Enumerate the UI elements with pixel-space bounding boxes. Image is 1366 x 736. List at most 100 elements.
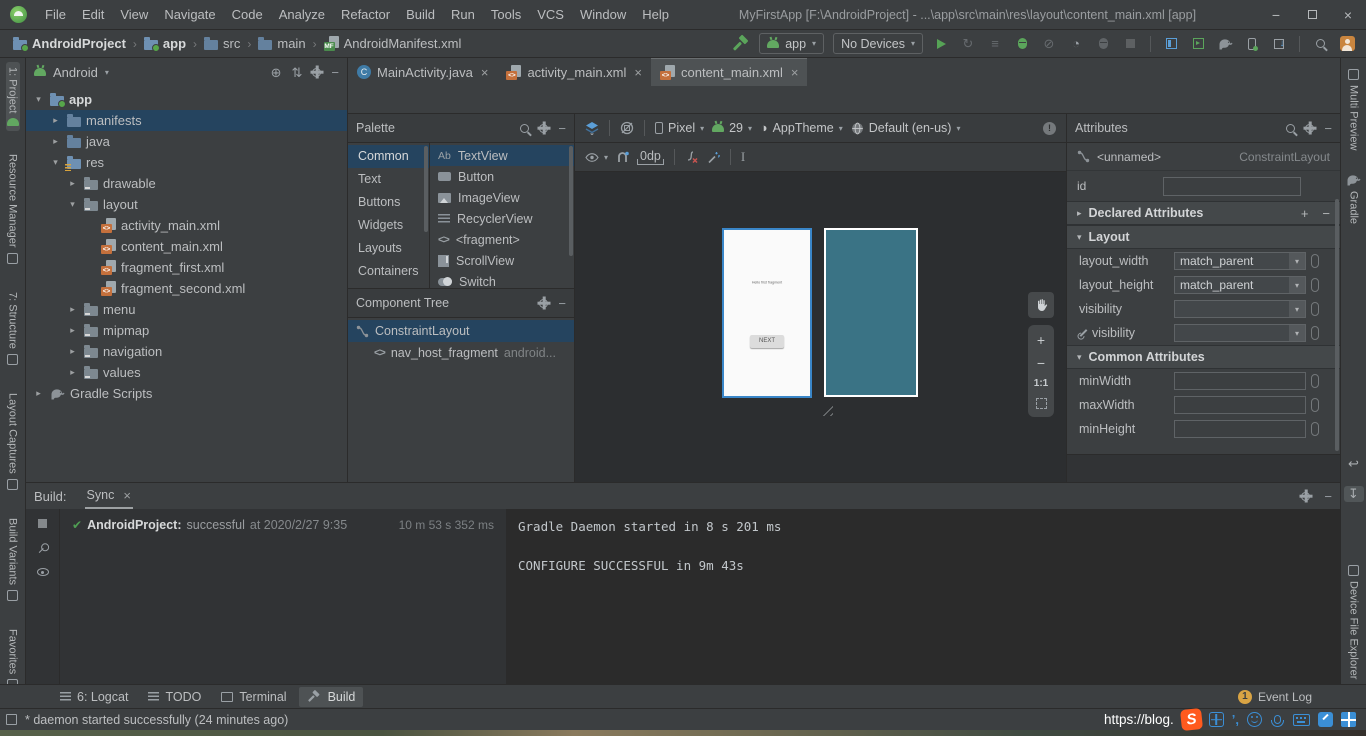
canvas-resize-handle[interactable] xyxy=(818,401,833,416)
toolwindow-button-todo[interactable]: TODO xyxy=(140,687,209,707)
build-minimize-button[interactable]: − xyxy=(1324,490,1332,503)
microphone-icon[interactable] xyxy=(1274,715,1281,724)
keyboard-icon[interactable] xyxy=(1293,714,1310,726)
project-tree-item-java[interactable]: ▸java xyxy=(26,131,347,152)
warnings-button[interactable]: ! xyxy=(1043,122,1056,135)
emoji-icon[interactable] xyxy=(1247,712,1262,727)
toolwindow-button-6-logcat[interactable]: 6: Logcat xyxy=(52,687,136,707)
profile-avatar-button[interactable] xyxy=(1338,34,1356,54)
pin-icon[interactable] xyxy=(34,540,51,557)
tool-stripe-gradle[interactable]: Gradle xyxy=(1345,169,1362,229)
zoom-actual-button[interactable]: 1:1 xyxy=(1034,379,1048,389)
tool-stripe-build-variants[interactable]: Build Variants xyxy=(6,513,20,606)
menu-edit[interactable]: Edit xyxy=(74,3,112,26)
ime-tools-icon[interactable] xyxy=(1318,712,1333,727)
constraint-pill-icon[interactable] xyxy=(1311,374,1319,388)
constraint-pill-icon[interactable] xyxy=(1311,422,1319,436)
close-tab-icon[interactable]: × xyxy=(634,65,642,80)
tool-stripe-1-project[interactable]: 1: Project xyxy=(6,62,20,131)
stop-button[interactable] xyxy=(1121,34,1139,54)
project-tree-item-navigation[interactable]: ▸navigation xyxy=(26,341,347,362)
declared-attributes-section[interactable]: ▸ Declared Attributes + − xyxy=(1067,201,1340,225)
project-tree-item-activity-main-xml[interactable]: <>activity_main.xml xyxy=(26,215,347,236)
minimize-window-button[interactable]: − xyxy=(1258,0,1294,30)
breadcrumb-main[interactable]: main xyxy=(255,35,308,52)
pan-tool-button[interactable] xyxy=(1028,292,1054,318)
device-manager-button[interactable] xyxy=(1243,34,1261,54)
close-icon[interactable]: × xyxy=(123,488,131,503)
menu-view[interactable]: View xyxy=(112,3,156,26)
menu-file[interactable]: File xyxy=(37,3,74,26)
maxWidth-field[interactable] xyxy=(1174,396,1306,414)
layout-inspector-button[interactable] xyxy=(1162,34,1180,54)
zoom-in-button[interactable]: + xyxy=(1037,333,1045,347)
event-log-button[interactable]: 1Event Log xyxy=(1238,690,1312,704)
palette-category-containers[interactable]: Containers xyxy=(348,260,429,283)
tool-stripe-favorites[interactable]: Favorites xyxy=(6,624,20,684)
dropdown-arrow-icon[interactable]: ▾ xyxy=(1289,253,1305,269)
attributes-gear-icon[interactable] xyxy=(1305,124,1314,133)
palette-category-common[interactable]: Common xyxy=(348,145,429,168)
palette-item-fragment[interactable]: <><fragment> xyxy=(430,229,574,250)
menu-code[interactable]: Code xyxy=(224,3,271,26)
component-nav-host-fragment[interactable]: <>nav_host_fragmentandroid... xyxy=(348,342,574,364)
tool-stripe-7-structure[interactable]: 7: Structure xyxy=(6,287,20,370)
breadcrumb-androidproject[interactable]: AndroidProject xyxy=(10,35,129,52)
project-tree-item-app[interactable]: ▾app xyxy=(26,89,347,110)
breadcrumb-androidmanifest-xml[interactable]: MFAndroidManifest.xml xyxy=(321,35,465,52)
attach-debugger-button[interactable] xyxy=(1094,34,1112,54)
palette-category-layouts[interactable]: Layouts xyxy=(348,237,429,260)
project-tree-item-content-main-xml[interactable]: <>content_main.xml xyxy=(26,236,347,257)
project-tree-item-fragment-second-xml[interactable]: <>fragment_second.xml xyxy=(26,278,347,299)
menu-refactor[interactable]: Refactor xyxy=(333,3,398,26)
palette-item-button[interactable]: Button xyxy=(430,166,574,187)
build-hammer-button[interactable] xyxy=(732,34,750,54)
scroll-to-end-button[interactable]: ↧ xyxy=(1344,486,1364,502)
apply-changes-button[interactable]: ↻ xyxy=(959,34,977,54)
gradle-sync-button[interactable] xyxy=(1216,34,1234,54)
add-attribute-button[interactable]: + xyxy=(1301,206,1309,221)
attributes-search-icon[interactable] xyxy=(1286,124,1295,133)
menu-vcs[interactable]: VCS xyxy=(529,3,572,26)
constraint-pill-icon[interactable] xyxy=(1311,398,1319,412)
palette-category-scrollbar[interactable] xyxy=(424,146,428,232)
project-tree-item-res[interactable]: ▾res xyxy=(26,152,347,173)
attributes-scrollbar[interactable] xyxy=(1335,199,1339,451)
layout_height-field[interactable]: match_parent▾ xyxy=(1174,276,1306,294)
dropdown-arrow-icon[interactable]: ▾ xyxy=(1289,301,1305,317)
maximize-window-button[interactable] xyxy=(1294,0,1330,30)
palette-item-scrollview[interactable]: ScrollView xyxy=(430,250,574,271)
project-tree-item-fragment-first-xml[interactable]: <>fragment_first.xml xyxy=(26,257,347,278)
visibility-field[interactable]: ▾ xyxy=(1174,300,1306,318)
punctuation-icon[interactable]: ’, xyxy=(1232,712,1239,727)
default-margin-field[interactable]: 0dp xyxy=(637,149,664,165)
locate-file-button[interactable]: ⊕ xyxy=(271,66,282,79)
minWidth-field[interactable] xyxy=(1174,372,1306,390)
close-tab-icon[interactable]: × xyxy=(481,65,489,80)
project-view-selector[interactable]: Android xyxy=(53,65,98,80)
soft-wrap-button[interactable]: ↩ xyxy=(1344,456,1364,472)
common-attributes-section[interactable]: ▾ Common Attributes xyxy=(1067,345,1340,369)
palette-minimize-button[interactable]: − xyxy=(558,122,566,135)
device-dropdown[interactable]: Pixel ▾ xyxy=(655,121,704,135)
toggle-stripes-icon[interactable] xyxy=(6,714,17,725)
design-canvas[interactable]: Hello first fragment NEXT + − xyxy=(575,172,1066,482)
close-tab-icon[interactable]: × xyxy=(791,65,799,80)
chinese-mode-icon[interactable] xyxy=(1209,712,1224,727)
palette-search-icon[interactable] xyxy=(520,124,529,133)
constraint-pill-icon[interactable] xyxy=(1311,254,1319,268)
menu-tools[interactable]: Tools xyxy=(483,3,529,26)
project-tree-item-values[interactable]: ▸values xyxy=(26,362,347,383)
blueprint-preview-phone[interactable] xyxy=(824,228,918,397)
toolwindow-button-build[interactable]: Build xyxy=(299,687,364,707)
sdk-manager-button[interactable]: ↓ xyxy=(1270,34,1288,54)
palette-item-switch[interactable]: Switch xyxy=(430,271,574,288)
build-stop-icon[interactable] xyxy=(38,519,47,528)
guideline-button[interactable]: I xyxy=(741,149,745,165)
project-tree-item-layout[interactable]: ▾layout xyxy=(26,194,347,215)
debug-button[interactable] xyxy=(1013,34,1031,54)
layout_width-field[interactable]: match_parent▾ xyxy=(1174,252,1306,270)
palette-category-widgets[interactable]: Widgets xyxy=(348,214,429,237)
tool-stripe-layout-captures[interactable]: Layout Captures xyxy=(6,388,20,495)
theme-dropdown[interactable]: ◑ AppTheme ▾ xyxy=(760,121,843,135)
